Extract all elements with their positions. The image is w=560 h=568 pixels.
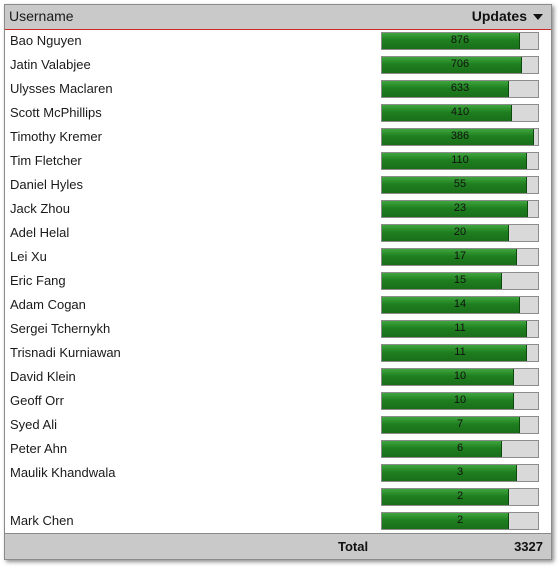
updates-column-label: Updates [471, 8, 527, 24]
table-row[interactable]: David Klein 10 [5, 365, 551, 389]
user-list: Bao Nguyen 876 Jatin Valabjee 706 Ulysses Ma… [5, 29, 551, 533]
username-label: Ulysses Maclaren [10, 81, 113, 96]
table-row[interactable]: Mark Chen 2 [5, 509, 551, 533]
updates-bar: 14 [381, 296, 539, 314]
table-row[interactable]: Trisnadi Kurniawan 11 [5, 341, 551, 365]
table-row[interactable]: Adam Cogan 14 [5, 293, 551, 317]
updates-bar: 11 [381, 344, 539, 362]
username-label: David Klein [10, 369, 76, 384]
table-row[interactable]: Daniel Hyles 55 [5, 173, 551, 197]
updates-count: 10 [453, 394, 467, 406]
updates-count: 706 [450, 58, 470, 70]
updates-count: 6 [456, 442, 464, 454]
updates-count: 7 [456, 418, 464, 430]
user-updates-panel: Username Updates Bao Nguyen 876 Jatin Vala… [4, 4, 552, 560]
updates-count: 15 [453, 274, 467, 286]
updates-count: 3 [456, 466, 464, 478]
updates-bar: 2 [381, 512, 539, 530]
username-label: Syed Ali [10, 417, 57, 432]
table-row[interactable]: Maulik Khandwala 3 [5, 461, 551, 485]
username-label: Lei Xu [10, 249, 47, 264]
username-label: Adam Cogan [10, 297, 86, 312]
total-label: Total [338, 539, 369, 554]
updates-count: 2 [456, 490, 464, 502]
updates-bar: 10 [381, 368, 539, 386]
table-footer: Total 3327 [5, 533, 551, 559]
updates-count: 10 [453, 370, 467, 382]
updates-count: 876 [450, 34, 470, 46]
username-label: Maulik Khandwala [10, 465, 116, 480]
table-row[interactable]: Adel Helal 20 [5, 221, 551, 245]
total-value: 3327 [514, 539, 543, 554]
table-row[interactable]: Jack Zhou 23 [5, 197, 551, 221]
updates-count: 633 [450, 82, 470, 94]
updates-count: 110 [451, 154, 469, 166]
username-label: Daniel Hyles [10, 177, 83, 192]
table-row[interactable]: Timothy Kremer 386 [5, 125, 551, 149]
table-row[interactable]: Peter Ahn 6 [5, 437, 551, 461]
username-label: Tim Fletcher [10, 153, 82, 168]
updates-bar: 55 [381, 176, 539, 194]
table-row[interactable]: Geoff Orr 10 [5, 389, 551, 413]
table-row[interactable]: Syed Ali 7 [5, 413, 551, 437]
updates-bar: 7 [381, 416, 539, 434]
username-label: Jack Zhou [10, 201, 70, 216]
updates-bar: 20 [381, 224, 539, 242]
table-row[interactable]: Jatin Valabjee 706 [5, 53, 551, 77]
table-row[interactable]: Lei Xu 17 [5, 245, 551, 269]
updates-bar: 11 [381, 320, 539, 338]
table-row[interactable]: 2 [5, 485, 551, 509]
updates-count: 23 [453, 202, 467, 214]
updates-count: 410 [450, 106, 470, 118]
username-label: Scott McPhillips [10, 105, 102, 120]
updates-bar: 3 [381, 464, 539, 482]
updates-bar: 410 [381, 104, 539, 122]
username-label: Jatin Valabjee [10, 57, 91, 72]
username-label: Mark Chen [10, 513, 74, 528]
updates-bar: 17 [381, 248, 539, 266]
updates-bar: 15 [381, 272, 539, 290]
table-row[interactable]: Bao Nguyen 876 [5, 29, 551, 53]
updates-bar: 633 [381, 80, 539, 98]
username-label: Timothy Kremer [10, 129, 102, 144]
updates-count: 17 [453, 250, 467, 262]
updates-bar: 6 [381, 440, 539, 458]
sort-desc-icon [533, 14, 543, 21]
table-row[interactable]: Scott McPhillips 410 [5, 101, 551, 125]
table-row[interactable]: Eric Fang 15 [5, 269, 551, 293]
updates-count: 11 [454, 322, 466, 334]
updates-bar: 386 [381, 128, 539, 146]
username-label: Adel Helal [10, 225, 70, 240]
username-label: Sergei Tchernykh [10, 321, 111, 336]
username-label: Peter Ahn [10, 441, 68, 456]
updates-count: 2 [456, 514, 464, 526]
username-label: Trisnadi Kurniawan [10, 345, 121, 360]
updates-bar: 23 [381, 200, 539, 218]
username-label: Geoff Orr [10, 393, 64, 408]
updates-bar: 706 [381, 56, 539, 74]
updates-bar: 10 [381, 392, 539, 410]
updates-bar: 2 [381, 488, 539, 506]
username-label: Eric Fang [10, 273, 66, 288]
updates-column-header[interactable]: Updates [472, 8, 543, 24]
table-header: Username Updates [5, 5, 551, 30]
table-row[interactable]: Ulysses Maclaren 633 [5, 77, 551, 101]
updates-count: 11 [454, 346, 466, 358]
username-column-header[interactable]: Username [9, 8, 74, 24]
updates-count: 20 [453, 226, 467, 238]
table-row[interactable]: Tim Fletcher 110 [5, 149, 551, 173]
updates-count: 55 [453, 178, 467, 190]
updates-bar: 876 [381, 32, 539, 50]
table-row[interactable]: Sergei Tchernykh 11 [5, 317, 551, 341]
updates-count: 14 [453, 298, 467, 310]
username-label: Bao Nguyen [10, 33, 82, 48]
updates-count: 386 [450, 130, 470, 142]
updates-bar: 110 [381, 152, 539, 170]
